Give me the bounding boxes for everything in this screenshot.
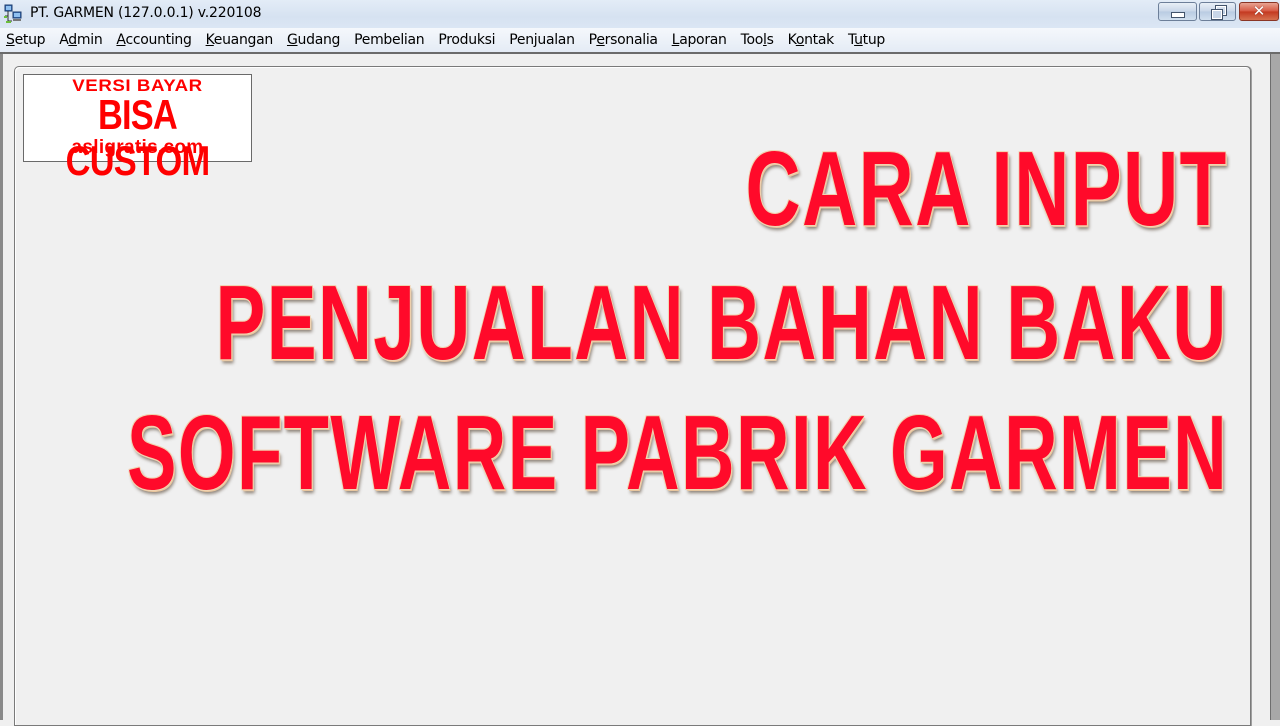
- menu-tutup[interactable]: Tutup: [841, 29, 892, 51]
- headline-line-1: CARA INPUT: [745, 130, 1228, 248]
- menu-laporan[interactable]: Laporan: [665, 29, 734, 51]
- menu-tools[interactable]: Tools: [734, 29, 781, 51]
- headline-line-2: PENJUALAN BAHAN BAKU: [215, 264, 1228, 382]
- menu-personalia[interactable]: Personalia: [582, 29, 665, 51]
- menu-keuangan[interactable]: Keuangan: [199, 29, 280, 51]
- menu-setup[interactable]: Setup: [0, 29, 52, 51]
- vertical-scrollbar[interactable]: [1270, 54, 1280, 720]
- restore-button[interactable]: [1199, 2, 1236, 21]
- restore-icon: [1210, 4, 1227, 20]
- close-button[interactable]: ✕: [1239, 2, 1279, 21]
- close-icon: ✕: [1252, 2, 1266, 20]
- window-title: PT. GARMEN (127.0.0.1) v.220108: [30, 5, 262, 21]
- minimize-icon: [1170, 11, 1185, 18]
- menu-gudang[interactable]: Gudang: [280, 29, 347, 51]
- minimize-button[interactable]: [1158, 2, 1197, 21]
- menu-kontak[interactable]: Kontak: [781, 29, 841, 51]
- menu-produksi[interactable]: Produksi: [431, 29, 502, 51]
- headline-line-3: SOFTWARE PABRIK GARMEN: [126, 394, 1228, 512]
- badge-website: asligratis.com: [71, 137, 204, 158]
- menu-penjualan[interactable]: Penjualan: [502, 29, 581, 51]
- menu-accounting[interactable]: Accounting: [109, 29, 198, 51]
- menu-bar: Setup Admin Accounting Keuangan Gudang P…: [0, 28, 1280, 54]
- menu-pembelian[interactable]: Pembelian: [347, 29, 431, 51]
- promo-badge: VERSI BAYAR BISA CUSTOM asligratis.com: [23, 74, 252, 184]
- title-bar: PT. GARMEN (127.0.0.1) v.220108 ✕: [0, 0, 1280, 29]
- menu-admin[interactable]: Admin: [52, 29, 109, 51]
- network-computer-icon[interactable]: [3, 4, 23, 24]
